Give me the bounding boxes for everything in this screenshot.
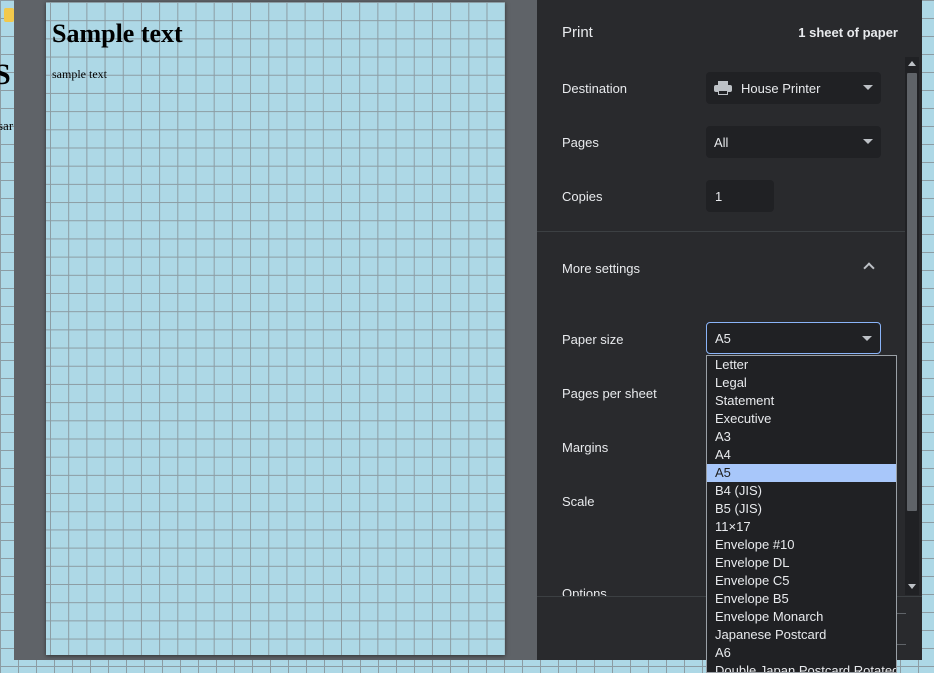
margins-label: Margins [562, 440, 609, 455]
dropdown-option[interactable]: Double Japan Postcard Rotated [707, 662, 896, 672]
dropdown-option[interactable]: Envelope Monarch [707, 608, 896, 626]
dropdown-option[interactable]: 11×17 [707, 518, 896, 536]
sheet-count: 1 sheet of paper [798, 25, 898, 40]
dropdown-option[interactable]: Letter [707, 356, 896, 374]
scroll-thumb[interactable] [907, 73, 917, 511]
divider [537, 231, 905, 232]
more-settings-toggle[interactable]: More settings [562, 261, 640, 276]
paper-size-dropdown[interactable]: Letter Legal Statement Executive A3 A4 A5 B4 (J… [706, 355, 897, 673]
preview-page: Sample text sample text [46, 2, 505, 655]
destination-value: House Printer [741, 80, 821, 96]
preview-body: sample text [52, 67, 107, 81]
copies-input[interactable]: 1 [706, 180, 774, 212]
pages-select[interactable]: All [706, 126, 881, 158]
chevron-down-icon [863, 139, 873, 144]
preview-title: Sample text [52, 19, 183, 48]
dropdown-option[interactable]: Envelope B5 [707, 590, 896, 608]
dropdown-option[interactable]: Statement [707, 392, 896, 410]
dropdown-option[interactable]: Envelope C5 [707, 572, 896, 590]
paper-size-select[interactable]: A5 [706, 322, 881, 354]
dropdown-option[interactable]: B5 (JIS) [707, 500, 896, 518]
copies-label: Copies [562, 189, 603, 204]
copies-value: 1 [715, 188, 723, 204]
dropdown-option[interactable]: Envelope #10 [707, 536, 896, 554]
folder-icon [4, 8, 14, 22]
settings-scrollbar[interactable] [905, 57, 919, 595]
dropdown-option[interactable]: Legal [707, 374, 896, 392]
paper-size-label: Paper size [562, 332, 624, 347]
dropdown-option[interactable]: B4 (JIS) [707, 482, 896, 500]
printer-icon [714, 81, 732, 95]
scroll-up-icon[interactable] [908, 61, 916, 66]
dropdown-option[interactable]: A5 [707, 464, 896, 482]
dropdown-option[interactable]: Executive [707, 410, 896, 428]
dropdown-option[interactable]: A4 [707, 446, 896, 464]
destination-select[interactable]: House Printer [706, 72, 881, 104]
dropdown-option[interactable]: Japanese Postcard [707, 626, 896, 644]
paper-size-value: A5 [715, 330, 731, 346]
scroll-down-icon[interactable] [908, 584, 916, 589]
chevron-down-icon [863, 85, 873, 90]
chevron-up-icon[interactable] [863, 262, 875, 274]
pages-value: All [714, 134, 729, 150]
scale-label: Scale [562, 494, 595, 509]
dropdown-option[interactable]: Envelope DL [707, 554, 896, 572]
dropdown-option[interactable]: A6 [707, 644, 896, 662]
background-page-title: S [0, 58, 11, 91]
background-page-body: sar [0, 118, 14, 133]
dropdown-option[interactable]: A3 [707, 428, 896, 446]
chevron-down-icon [862, 336, 872, 341]
pages-label: Pages [562, 135, 599, 150]
pages-per-sheet-label: Pages per sheet [562, 386, 657, 401]
destination-label: Destination [562, 81, 628, 96]
print-title: Print [562, 24, 593, 41]
